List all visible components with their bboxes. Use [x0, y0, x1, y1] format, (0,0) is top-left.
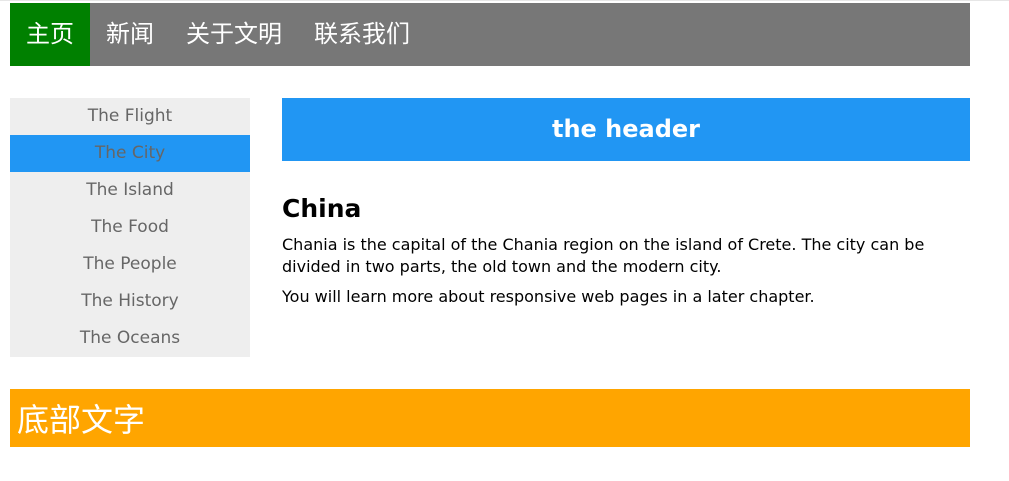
top-border [0, 0, 1009, 1]
nav-item-contact[interactable]: 联系我们 [298, 3, 426, 66]
nav-item-news[interactable]: 新闻 [90, 3, 170, 66]
sidebar-item-flight[interactable]: The Flight [10, 98, 250, 135]
page-header: the header [282, 98, 970, 161]
nav-item-about[interactable]: 关于文明 [170, 3, 298, 66]
sidebar-item-oceans[interactable]: The Oceans [10, 320, 250, 357]
page-footer: 底部文字 [10, 389, 970, 447]
sidebar-item-island[interactable]: The Island [10, 172, 250, 209]
sidebar-item-food[interactable]: The Food [10, 209, 250, 246]
content-paragraph-2: You will learn more about responsive web… [282, 287, 815, 306]
top-navigation: 主页 新闻 关于文明 联系我们 [10, 3, 970, 66]
main-content: China Chania is the capital of the Chani… [282, 192, 970, 316]
sidebar-item-people[interactable]: The People [10, 246, 250, 283]
content-paragraph-1: Chania is the capital of the Chania regi… [282, 235, 925, 276]
sidebar-menu: The Flight The City The Island The Food … [10, 98, 250, 357]
sidebar-item-history[interactable]: The History [10, 283, 250, 320]
nav-item-home[interactable]: 主页 [10, 3, 90, 66]
sidebar-item-city[interactable]: The City [10, 135, 250, 172]
content-heading: China [282, 194, 362, 223]
